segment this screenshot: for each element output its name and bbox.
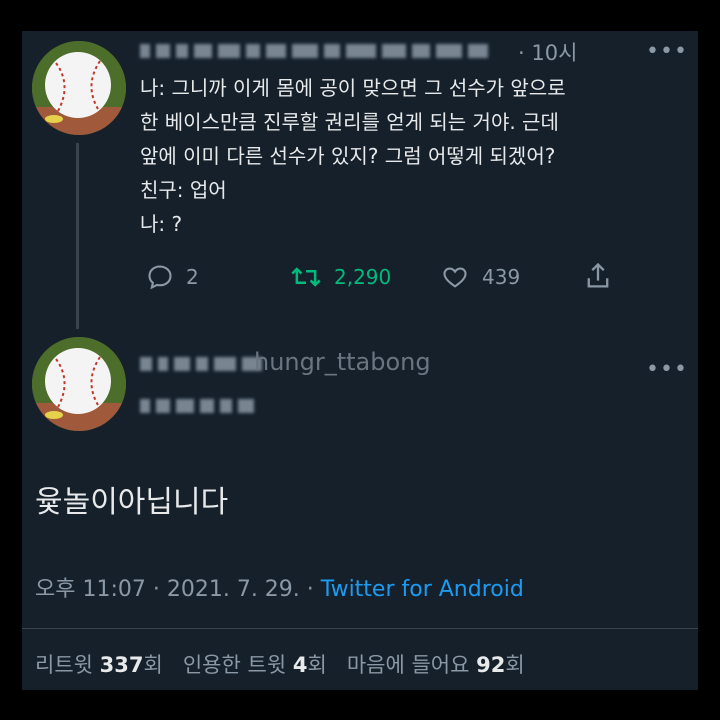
baseball-avatar-icon <box>32 337 126 431</box>
tweet-actions: 2 2,290 439 <box>140 257 640 297</box>
share-button[interactable] <box>584 261 612 291</box>
tweet-line: 나: 그니까 이게 몸에 공이 맞으면 그 선수가 앞으로 <box>140 76 566 100</box>
quote-stat[interactable]: 인용한 트윗 4회 <box>183 653 327 677</box>
stat-unit: 회 <box>307 653 327 677</box>
retweet-count: 2,290 <box>334 265 392 289</box>
stat-unit: 회 <box>143 653 163 677</box>
stat-unit: 회 <box>505 653 525 677</box>
stat-label: 마음에 들어요 <box>346 653 470 677</box>
heart-icon <box>443 267 467 288</box>
blurred-display-name[interactable] <box>140 43 488 59</box>
thread-connector-line <box>76 143 79 329</box>
user-handle[interactable]: hungr_ttabong <box>254 348 431 376</box>
reply-button[interactable]: 2 <box>146 263 199 291</box>
divider <box>22 628 698 629</box>
tweet-line: 나: ? <box>140 212 183 236</box>
tweet-time[interactable]: · 10시 <box>518 37 577 67</box>
stat-value: 92 <box>476 653 506 677</box>
reply-icon <box>148 265 172 290</box>
blurred-username[interactable] <box>140 398 254 414</box>
retweet-button[interactable]: 2,290 <box>290 263 391 291</box>
tweet-source-link[interactable]: Twitter for Android <box>321 577 524 602</box>
reply-count: 2 <box>186 265 199 289</box>
stat-label: 리트윗 <box>35 653 93 677</box>
tweet-line: 한 베이스만큼 진루할 권리를 얻게 되는 거야. 근데 <box>140 110 559 134</box>
like-count: 439 <box>482 265 521 289</box>
more-options-icon[interactable]: ••• <box>646 357 688 382</box>
share-icon <box>587 262 609 288</box>
tweet-meta: 오후 11:07 · 2021. 7. 29. · Twitter for An… <box>35 571 524 603</box>
like-stat[interactable]: 마음에 들어요 92회 <box>347 653 525 677</box>
reply-body: 윷놀이아닙니다 <box>35 485 229 520</box>
like-button[interactable]: 439 <box>440 263 520 291</box>
avatar[interactable] <box>32 337 126 431</box>
more-options-icon[interactable]: ••• <box>646 39 688 64</box>
tweet-line: 앞에 이미 다른 선수가 있지? 그럼 어떻게 되겠어? <box>140 144 556 168</box>
blurred-display-name[interactable] <box>140 356 262 372</box>
tweet-timestamp[interactable]: 오후 11:07 · 2021. 7. 29. · <box>35 577 321 602</box>
tweet-body: 나: 그니까 이게 몸에 공이 맞으면 그 선수가 앞으로 한 베이스만큼 진루… <box>140 71 698 241</box>
tweet-line: 친구: 업어 <box>140 178 227 202</box>
retweet-icon <box>291 267 321 287</box>
tweet-thread: · 10시 ••• 나: 그니까 이게 몸에 공이 맞으면 그 선수가 앞으로 … <box>22 31 698 690</box>
retweet-stat[interactable]: 리트윗 337회 <box>35 653 163 677</box>
stat-label: 인용한 트윗 <box>182 653 287 677</box>
stat-value: 4 <box>292 653 308 677</box>
tweet-stats: 리트윗 337회 인용한 트윗 4회 마음에 들어요 92회 <box>35 649 525 679</box>
avatar[interactable] <box>32 41 126 135</box>
baseball-avatar-icon <box>32 41 126 135</box>
stat-value: 337 <box>99 653 144 677</box>
